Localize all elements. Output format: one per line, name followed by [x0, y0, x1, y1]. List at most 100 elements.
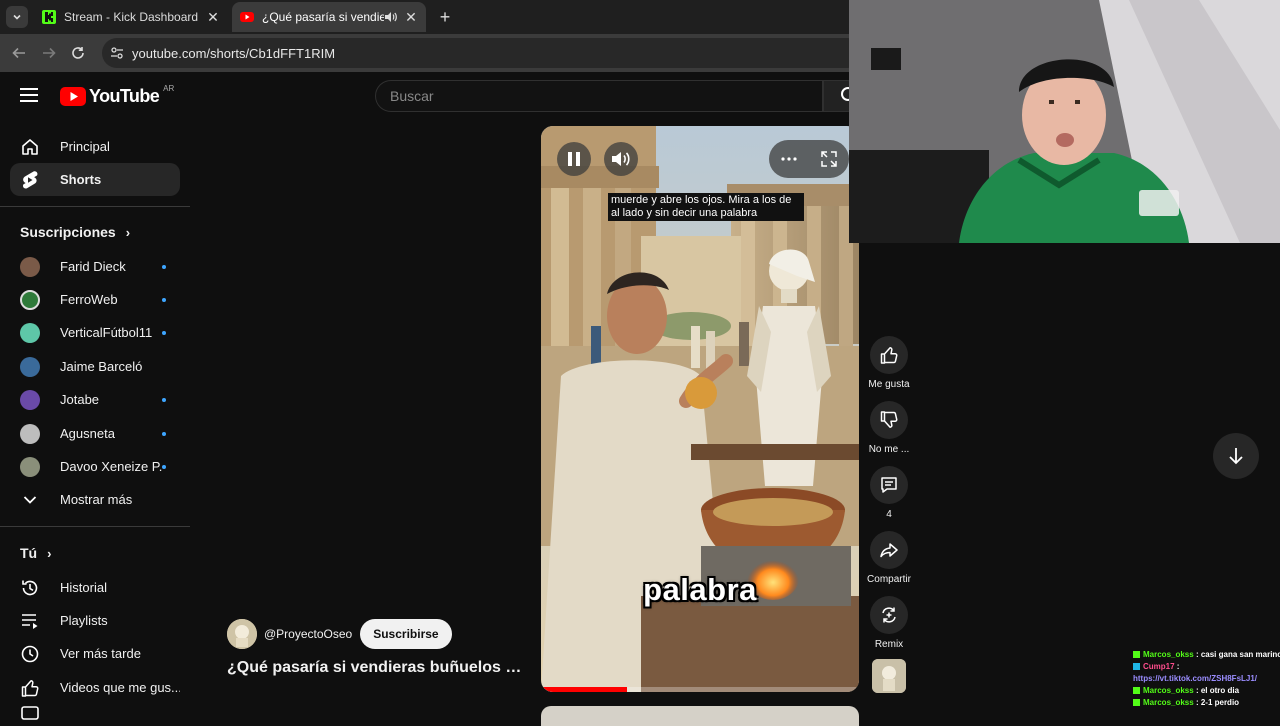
- back-button[interactable]: [8, 42, 30, 64]
- search-placeholder: Buscar: [390, 88, 434, 104]
- sidebar-show-more[interactable]: Mostrar más: [10, 483, 180, 516]
- tab-kick-dashboard[interactable]: Stream - Kick Dashboard ✕: [34, 2, 228, 32]
- sidebar-item-shorts[interactable]: Shorts: [10, 163, 180, 196]
- subscriptions-title: Suscripciones: [20, 224, 116, 240]
- fullscreen-button[interactable]: [812, 142, 846, 176]
- you-title: Tú: [20, 545, 38, 561]
- remix-button[interactable]: [870, 596, 908, 634]
- chat-username: Marcos_okss: [1143, 650, 1194, 659]
- site-info-icon[interactable]: [102, 46, 132, 60]
- channel-avatar: [20, 356, 40, 377]
- sidebar-item-label: Jaime Barceló: [60, 359, 143, 374]
- arrow-left-icon: [12, 47, 25, 59]
- share-icon: [880, 543, 898, 558]
- closed-caption-text: muerde y abre los ojos. Mira a los de al…: [608, 193, 804, 221]
- address-bar[interactable]: youtube.com/shorts/Cb1dFFT1RIM: [102, 38, 862, 68]
- youtube-icon: [240, 12, 254, 22]
- channel-avatar: [20, 289, 40, 310]
- sidebar-item-davoo-xeneize[interactable]: Davoo Xeneize P...: [10, 450, 180, 483]
- chat-message: Marcos_okss : casi gana san marino: [1133, 649, 1280, 661]
- close-tab-icon[interactable]: ✕: [404, 9, 418, 26]
- chat-username: Cump17: [1143, 662, 1175, 671]
- sidebar-item-liked-videos[interactable]: Videos que me gus...: [10, 671, 180, 704]
- share-button[interactable]: [870, 531, 908, 569]
- new-content-dot: [162, 297, 166, 302]
- like-button[interactable]: [870, 336, 908, 374]
- video-progress-bar[interactable]: [541, 687, 859, 692]
- next-short-preview[interactable]: [541, 706, 859, 726]
- tab-title: Stream - Kick Dashboard: [64, 10, 199, 24]
- chat-text: : casi gana san marino: [1195, 650, 1280, 659]
- sidebar-item-jaime-barcelo[interactable]: Jaime Barceló: [10, 350, 180, 383]
- chat-message: https://vt.tiktok.com/ZSH8FsLJ1/: [1133, 673, 1280, 685]
- sidebar-item-label: Ver más tarde: [60, 646, 141, 661]
- kick-icon: [42, 10, 56, 24]
- pause-button[interactable]: [557, 142, 591, 176]
- stream-chat: Marcos_okss : casi gana san marino Cump1…: [1133, 649, 1280, 709]
- arrow-right-icon: [43, 47, 56, 59]
- sidebar-item-jotabe[interactable]: Jotabe: [10, 383, 180, 416]
- you-heading[interactable]: Tú ›: [20, 545, 51, 561]
- sidebar-item-label: Historial: [60, 580, 107, 595]
- chat-username: Marcos_okss: [1143, 686, 1194, 695]
- sidebar-item-label: Agusneta: [60, 426, 115, 441]
- next-short-button[interactable]: [1213, 433, 1259, 479]
- reload-button[interactable]: [67, 42, 89, 64]
- tab-list-button[interactable]: [6, 6, 28, 28]
- sidebar-item-partial[interactable]: [10, 706, 180, 720]
- subscribe-button[interactable]: Suscribirse: [360, 619, 452, 649]
- chat-message: Marcos_okss : 2-1 perdio: [1133, 697, 1280, 709]
- youtube-logo[interactable]: YouTube AR: [60, 84, 175, 107]
- logo-wordmark: YouTube: [89, 86, 160, 106]
- chat-text: : 2-1 perdio: [1195, 698, 1240, 707]
- short-video-player[interactable]: muerde y abre los ojos. Mira a los de al…: [541, 126, 859, 692]
- channel-avatar[interactable]: [227, 619, 257, 649]
- like-label: Me gusta: [868, 379, 910, 390]
- volume-button[interactable]: [604, 142, 638, 176]
- sidebar-item-label: Jotabe: [60, 392, 100, 407]
- dislike-button[interactable]: [870, 401, 908, 439]
- sidebar-item-verticalfutbol11[interactable]: VerticalFútbol11: [10, 316, 180, 349]
- volume-icon: [612, 152, 630, 166]
- new-content-dot: [162, 431, 166, 436]
- chat-text: : el otro dia: [1195, 686, 1240, 695]
- tab-title: ¿Qué pasaría si vendieras b: [262, 10, 384, 24]
- chevron-down-icon: [13, 14, 21, 20]
- new-tab-button[interactable]: +: [434, 6, 456, 28]
- sidebar-item-label: Farid Dieck: [60, 259, 126, 274]
- sidebar-item-ferroweb[interactable]: FerroWeb: [10, 283, 180, 316]
- sidebar-item-label: Mostrar más: [60, 492, 133, 507]
- hamburger-menu-icon[interactable]: [20, 88, 38, 102]
- pause-icon: [568, 152, 580, 166]
- speaker-icon[interactable]: [384, 11, 398, 23]
- country-code: AR: [163, 84, 175, 93]
- thumbs-down-icon: [880, 411, 898, 428]
- comments-button[interactable]: [870, 466, 908, 504]
- remix-label: Remix: [874, 639, 904, 650]
- audio-source-thumbnail[interactable]: [872, 659, 906, 693]
- sidebar-item-playlists[interactable]: Playlists: [10, 604, 180, 637]
- channel-avatar: [20, 256, 40, 277]
- youtube-play-logo-icon: [60, 87, 86, 106]
- sidebar-item-ver-mas-tarde[interactable]: Ver más tarde: [10, 637, 180, 670]
- subscriptions-heading[interactable]: Suscripciones ›: [20, 224, 130, 240]
- sidebar-item-historial[interactable]: Historial: [10, 571, 180, 604]
- chat-username: Marcos_okss: [1143, 698, 1194, 707]
- sidebar-item-principal[interactable]: Principal: [10, 130, 180, 163]
- chat-link[interactable]: https://vt.tiktok.com/ZSH8FsLJ1/: [1133, 674, 1257, 683]
- badge-icon: [1133, 687, 1140, 695]
- forward-button[interactable]: [38, 42, 60, 64]
- tab-youtube-short[interactable]: ¿Qué pasaría si vendieras b ✕: [232, 2, 426, 32]
- channel-info: @ProyectoOseo Suscribirse: [227, 619, 452, 649]
- dislike-label: No me ...: [868, 444, 910, 455]
- close-tab-icon[interactable]: ✕: [206, 9, 220, 26]
- sidebar-item-agusneta[interactable]: Agusneta: [10, 417, 180, 450]
- channel-handle[interactable]: @ProyectoOseo: [264, 627, 352, 641]
- channel-avatar: [20, 389, 40, 410]
- sidebar-item-farid-dieck[interactable]: Farid Dieck: [10, 250, 180, 283]
- video-title[interactable]: ¿Qué pasaría si vendieras buñuelos en...: [227, 659, 527, 677]
- more-options-button[interactable]: [772, 142, 806, 176]
- share-label: Compartir: [867, 574, 911, 585]
- new-content-dot: [162, 330, 166, 335]
- search-input[interactable]: Buscar: [375, 80, 823, 112]
